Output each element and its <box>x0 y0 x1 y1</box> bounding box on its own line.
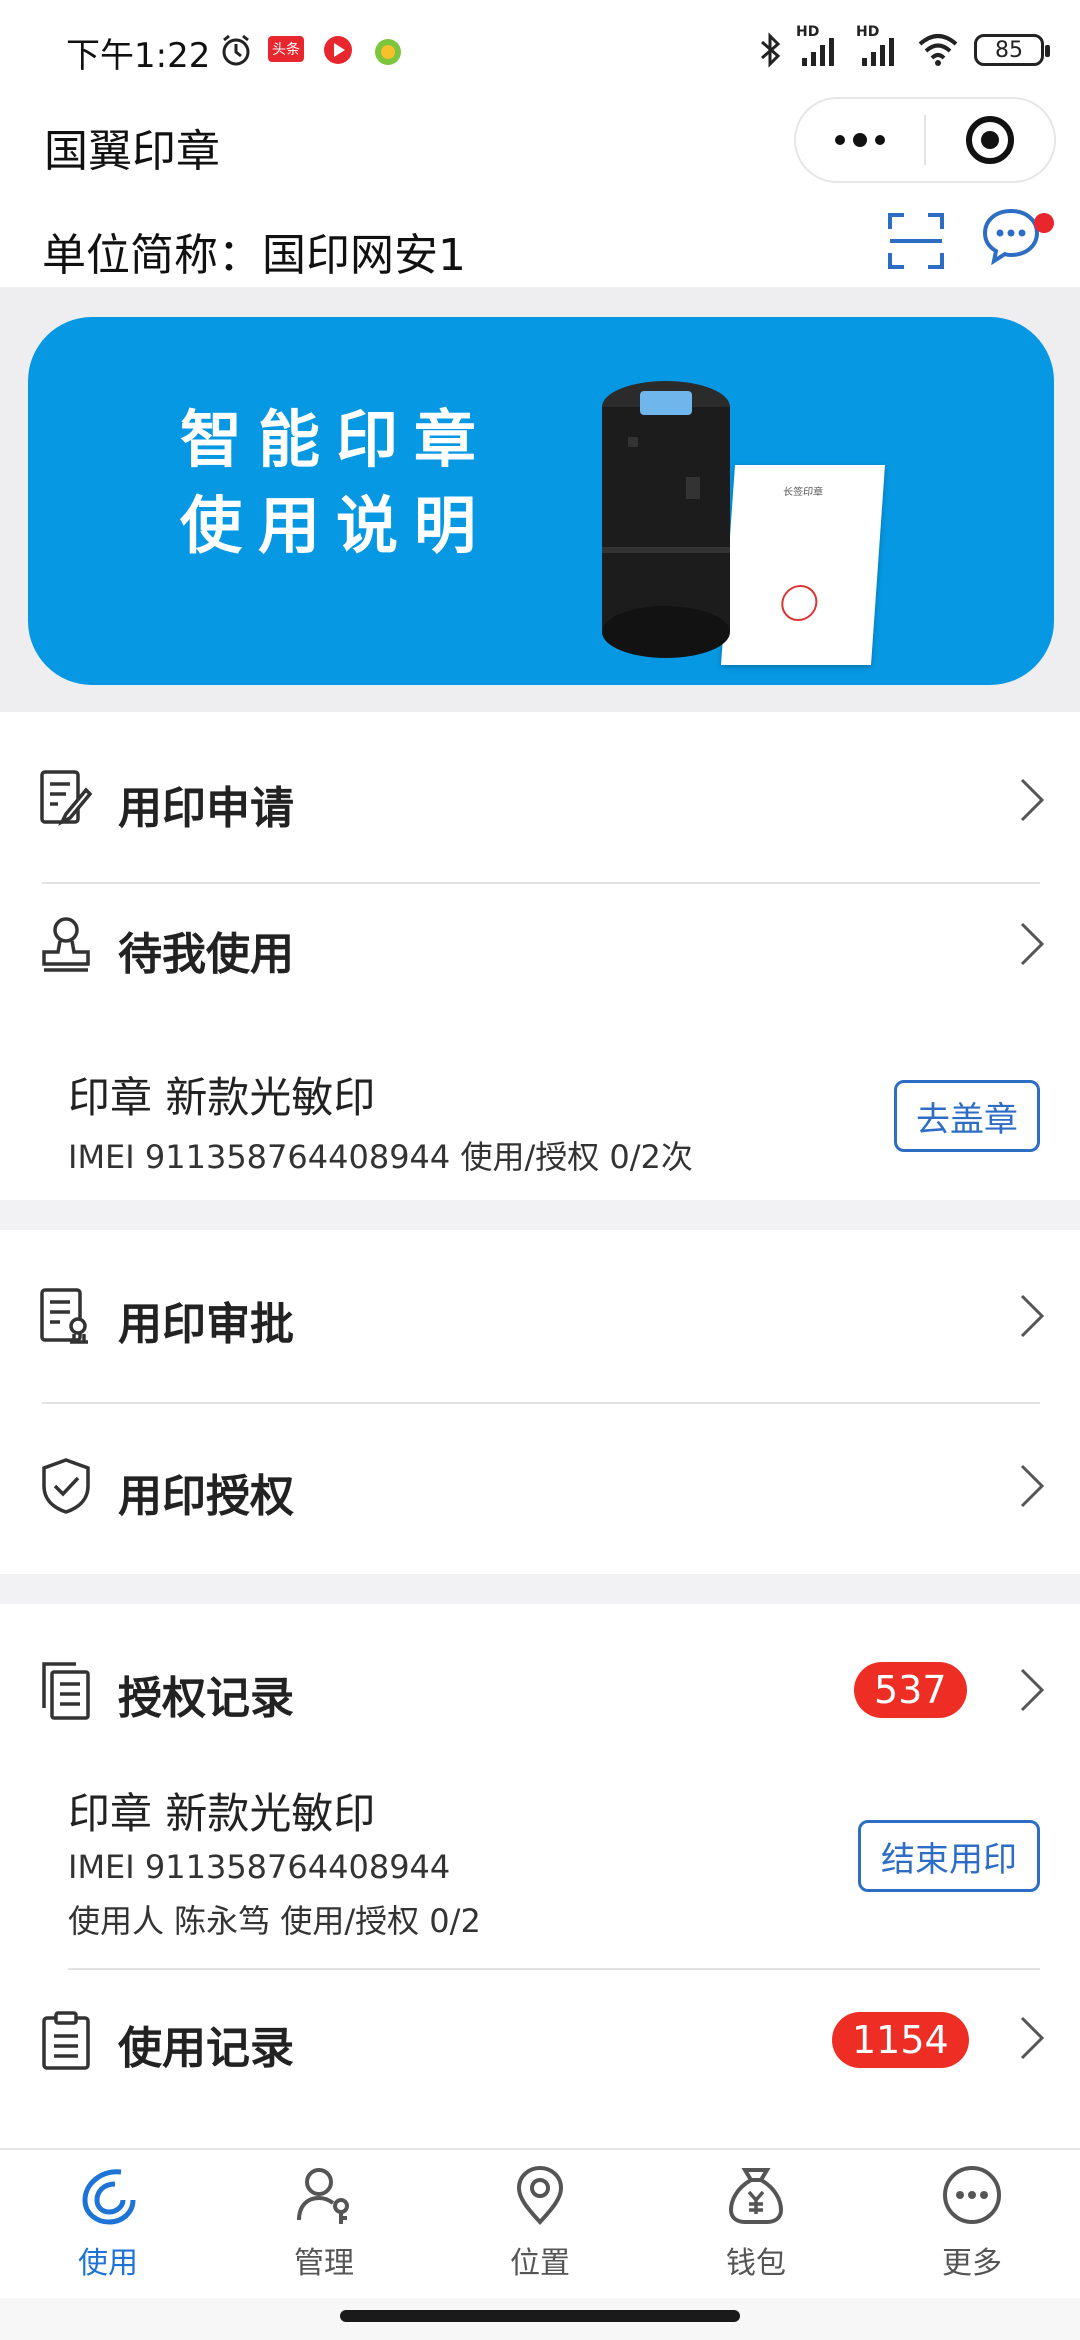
unread-dot <box>1034 213 1054 233</box>
chevron-right-icon <box>1020 1294 1045 1338</box>
bottom-navigation: 使用 管理 位置 钱包 更多 <box>0 2148 1080 2298</box>
nav-label: 管理 <box>294 2246 354 2281</box>
banner-line-2: 使用说明 <box>180 489 493 562</box>
chevron-right-icon <box>1020 2016 1045 2060</box>
auth-records-label: 授权记录 <box>118 1673 294 1724</box>
alarm-icon <box>222 34 250 66</box>
message-icon[interactable] <box>980 205 1042 267</box>
gesture-area <box>0 2298 1080 2340</box>
smart-seal-device-image <box>602 381 730 658</box>
records-copy-icon <box>42 1662 90 1720</box>
pending-seal-title: 印章 新款光敏印 <box>68 1073 376 1122</box>
clipboard-icon <box>42 2011 90 2070</box>
instructions-banner[interactable]: 智能印章 使用说明 长签印章 <box>28 317 1054 685</box>
video-app-icon <box>324 36 352 64</box>
bluetooth-icon <box>761 32 781 68</box>
auth-records-count-badge: 537 <box>854 1662 967 1718</box>
close-mini-program-button[interactable] <box>926 99 1054 181</box>
auth-seal-imei: IMEI 911358764408944 <box>68 1848 451 1886</box>
authorize-label: 用印授权 <box>118 1471 294 1522</box>
chevron-right-icon <box>1020 778 1045 822</box>
wifi-icon <box>918 34 958 66</box>
title-bar: 国翼印章 <box>0 95 1080 195</box>
seal-user-icon <box>42 917 90 972</box>
auth-seal-detail: 使用人 陈永笃 使用/授权 0/2 <box>68 1902 481 1940</box>
approve-label: 用印审批 <box>118 1299 294 1350</box>
nav-more[interactable]: 更多 <box>864 2150 1080 2298</box>
home-indicator[interactable] <box>340 2310 740 2322</box>
row-usage-records[interactable]: 使用记录 1154 <box>0 1970 1080 2146</box>
row-pending[interactable]: 待我使用 <box>0 884 1080 1004</box>
nav-use[interactable]: 使用 <box>0 2150 216 2298</box>
row-auth-records[interactable]: 授权记录 537 <box>0 1604 1080 1784</box>
chevron-right-icon <box>1020 1464 1045 1508</box>
scan-icon[interactable] <box>886 211 946 271</box>
seal-illustration <box>780 585 819 621</box>
nav-label: 使用 <box>78 2246 138 2281</box>
banner-text: 智能印章 使用说明 <box>180 397 492 569</box>
status-time: 下午1:22 <box>66 36 211 76</box>
target-icon <box>966 116 1014 164</box>
card-approve-authorize: 用印审批 用印授权 <box>0 1230 1080 1574</box>
pending-seal-detail: IMEI 911358764408944 使用/授权 0/2次 <box>68 1138 693 1176</box>
unit-header: 单位简称：国印网安1 <box>0 195 1080 287</box>
manage-icon <box>297 2168 349 2224</box>
mini-program-capsule <box>794 97 1056 183</box>
shield-check-icon <box>42 1458 90 1514</box>
banner-section: 智能印章 使用说明 长签印章 <box>0 287 1080 712</box>
nav-wallet[interactable]: 钱包 <box>648 2150 864 2298</box>
apply-label: 用印申请 <box>118 783 294 834</box>
nav-label: 钱包 <box>726 2246 786 2281</box>
more-dots-icon <box>835 133 885 147</box>
usage-records-count-badge: 1154 <box>832 2012 969 2068</box>
pending-label: 待我使用 <box>118 929 294 980</box>
unit-name: 单位简称：国印网安1 <box>42 230 466 281</box>
toutiao-icon: 头条 <box>268 36 304 62</box>
row-authorize[interactable]: 用印授权 <box>0 1404 1080 1574</box>
location-icon <box>516 2165 564 2225</box>
status-right: HD HD 85 <box>758 24 1050 70</box>
nav-label: 更多 <box>942 2246 1002 2281</box>
card-apply-pending: 用印申请 待我使用 印章 新款光敏印 IMEI 911358764408944 … <box>0 712 1080 1200</box>
signal-icon-1: HD <box>796 24 842 70</box>
apply-form-icon <box>40 770 93 826</box>
status-bar: 下午1:22 头条 HD HD 85 <box>0 0 1080 95</box>
document-title: 长签印章 <box>782 487 824 498</box>
approval-doc-icon <box>40 1288 88 1344</box>
card-records: 授权记录 537 印章 新款光敏印 IMEI 911358764408944 使… <box>0 1604 1080 2148</box>
auth-seal-title: 印章 新款光敏印 <box>68 1789 376 1838</box>
stamp-now-button[interactable]: 去盖章 <box>894 1080 1040 1152</box>
usage-records-label: 使用记录 <box>118 2023 294 2074</box>
chevron-right-icon <box>1020 1668 1045 1712</box>
app-title: 国翼印章 <box>44 126 220 177</box>
end-stamping-button[interactable]: 结束用印 <box>858 1820 1040 1892</box>
banner-line-1: 智能印章 <box>180 403 493 476</box>
battery-indicator: 85 <box>974 34 1050 66</box>
nav-manage[interactable]: 管理 <box>216 2150 432 2298</box>
wallet-icon <box>728 2168 784 2224</box>
row-approve[interactable]: 用印审批 <box>0 1230 1080 1400</box>
more-icon <box>943 2166 1001 2224</box>
chevron-right-icon <box>1020 922 1045 966</box>
more-options-button[interactable] <box>796 99 924 181</box>
use-icon <box>82 2169 136 2225</box>
nav-label: 位置 <box>510 2246 570 2281</box>
signal-icon-2: HD <box>856 24 902 70</box>
row-apply[interactable]: 用印申请 <box>0 712 1080 882</box>
nav-location[interactable]: 位置 <box>432 2150 648 2298</box>
fruit-app-icon <box>375 39 401 65</box>
